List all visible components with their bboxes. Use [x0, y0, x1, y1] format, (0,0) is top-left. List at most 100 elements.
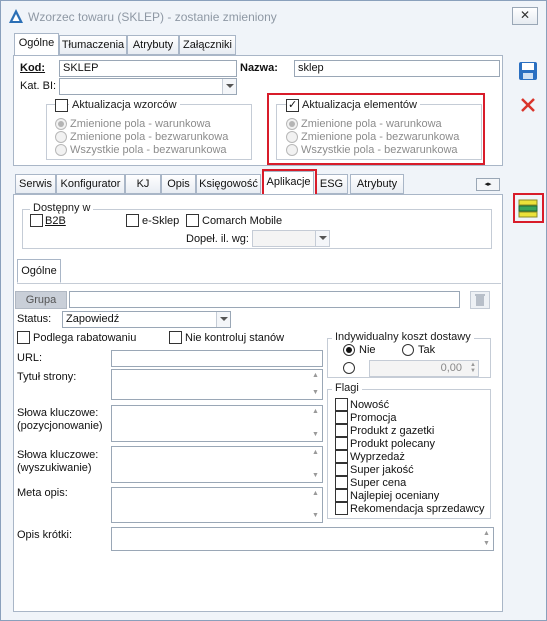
status-dropdown[interactable]: Zapowiedź: [62, 311, 231, 328]
flag-label: Najlepiej oceniany: [350, 490, 440, 502]
kod-input[interactable]: SKLEP: [59, 60, 237, 77]
flag-label: Nowość: [350, 399, 390, 411]
shipping-amount-radio[interactable]: [343, 362, 355, 374]
trash-icon[interactable]: [470, 291, 490, 309]
flag-checkbox[interactable]: [335, 398, 348, 411]
tytul-textarea[interactable]: ▲ ▼: [111, 369, 323, 400]
flag-label: Wyprzedaż: [350, 451, 405, 463]
esklep-checkbox[interactable]: [126, 214, 139, 227]
template-opt-2-label: Zmienione pola - bezwarunkowa: [70, 131, 229, 143]
slowa-wysz-label-2: (wyszukiwanie): [17, 462, 92, 474]
slowa-wysz-textarea[interactable]: ▲ ▼: [111, 446, 323, 483]
scroll-up-icon[interactable]: ▲: [310, 448, 321, 458]
flag-checkbox[interactable]: [335, 437, 348, 450]
template-opt-1-label: Zmienione pola - warunkowa: [70, 118, 211, 130]
scroll-down-icon[interactable]: ▼: [481, 539, 492, 549]
spinner-icon[interactable]: ▲ ▼: [470, 362, 476, 374]
opis-label: Opis krótki:: [17, 529, 73, 541]
tytul-label: Tytuł strony:: [17, 371, 77, 383]
flag-label: Rekomendacja sprzedawcy: [350, 503, 485, 515]
slowa-poz-label-2: (pozycjonowanie): [17, 420, 103, 432]
chevron-down-icon: [315, 231, 329, 246]
window: Wzorzec towaru (SKLEP) - zostanie zmieni…: [0, 0, 547, 621]
delete-icon[interactable]: [517, 94, 539, 116]
aplikacje-panel: Dostępny w B2B e-Sklep Comarch Mobile Do…: [13, 194, 503, 612]
tab-opis[interactable]: Opis: [161, 174, 196, 194]
podlega-checkbox[interactable]: [17, 331, 30, 344]
save-icon[interactable]: [517, 60, 539, 82]
comarch-mobile-checkbox[interactable]: [186, 214, 199, 227]
template-opt-1-radio[interactable]: [55, 118, 67, 130]
kod-label: Kod:: [20, 62, 46, 74]
status-value: Zapowiedź: [66, 313, 120, 325]
comarch-mobile-label: Comarch Mobile: [202, 215, 283, 227]
slowa-poz-textarea[interactable]: ▲ ▼: [111, 405, 323, 442]
tab-esg[interactable]: ESG: [315, 174, 348, 194]
shipping-tak-label: Tak: [418, 344, 436, 356]
inner-tab-ogolne[interactable]: Ogólne: [17, 259, 61, 283]
scroll-down-icon[interactable]: ▼: [310, 511, 321, 521]
chevron-down-icon: [222, 79, 236, 94]
flag-label: Super jakość: [350, 464, 414, 476]
tab-serwis[interactable]: Serwis: [15, 174, 56, 194]
tab-ogolne[interactable]: Ogólne: [14, 33, 59, 56]
opis-textarea[interactable]: ▲ ▼: [111, 527, 494, 551]
tab-ksiegowosc[interactable]: Księgowość: [196, 174, 261, 194]
url-label: URL:: [17, 352, 43, 364]
shipping-tak-radio[interactable]: [402, 344, 414, 356]
flag-checkbox[interactable]: [335, 411, 348, 424]
shipping-amount-input[interactable]: 0,00 ▲ ▼: [369, 360, 479, 377]
tab-konfigurator[interactable]: Konfigurator: [56, 174, 125, 194]
template-opt-2-radio[interactable]: [55, 131, 67, 143]
title-bar: Wzorzec towaru (SKLEP) - zostanie zmieni…: [1, 1, 546, 31]
scroll-down-icon[interactable]: ▼: [310, 471, 321, 481]
b2b-label: B2B: [45, 215, 66, 227]
b2b-checkbox[interactable]: [30, 214, 43, 227]
list-icon-highlight: [513, 193, 544, 223]
dopel-dropdown[interactable]: [252, 230, 330, 247]
katbi-label: Kat. BI:: [20, 80, 57, 92]
slowa-poz-label-1: Słowa kluczowe:: [17, 407, 99, 419]
scroll-up-icon[interactable]: ▲: [310, 489, 321, 499]
tab-atrybuty-sub[interactable]: Atrybuty: [350, 174, 404, 194]
dopel-label: Dopeł. il. wg:: [186, 233, 249, 245]
flag-checkbox[interactable]: [335, 502, 348, 515]
close-button[interactable]: ✕: [512, 7, 538, 25]
template-update-checkbox[interactable]: [55, 99, 68, 112]
flag-checkbox[interactable]: [335, 463, 348, 476]
template-opt-3-label: Wszystkie pola - bezwarunkowa: [70, 144, 227, 156]
status-label: Status:: [17, 313, 52, 325]
nie-kontroluj-label: Nie kontroluj stanów: [185, 332, 285, 344]
tab-atrybuty[interactable]: Atrybuty: [127, 35, 179, 55]
shipping-nie-radio[interactable]: [343, 344, 355, 356]
shipping-amount-value: 0,00: [440, 362, 462, 374]
nie-kontroluj-checkbox[interactable]: [169, 331, 182, 344]
scroll-up-icon[interactable]: ▲: [481, 529, 492, 539]
flag-label: Super cena: [350, 477, 407, 489]
tab-zalaczniki[interactable]: Załączniki: [179, 35, 236, 55]
scroll-down-icon[interactable]: ▼: [310, 430, 321, 440]
template-opt-3-radio[interactable]: [55, 144, 67, 156]
url-input[interactable]: [111, 350, 323, 367]
scroll-up-icon[interactable]: ▲: [310, 407, 321, 417]
scroll-up-icon[interactable]: ▲: [310, 371, 321, 381]
flags-title: Flagi: [332, 382, 362, 394]
flag-checkbox[interactable]: [335, 424, 348, 437]
katbi-dropdown[interactable]: [59, 78, 237, 95]
podlega-label: Podlega rabatowaniu: [33, 332, 137, 344]
shipping-title: Indywidualny koszt dostawy: [332, 331, 474, 343]
flag-checkbox[interactable]: [335, 476, 348, 489]
grupa-button[interactable]: Grupa: [15, 291, 67, 309]
chevron-down-icon: [216, 312, 230, 327]
flag-checkbox[interactable]: [335, 450, 348, 463]
flag-checkbox[interactable]: [335, 489, 348, 502]
scroll-down-icon[interactable]: ▼: [310, 388, 321, 398]
tab-kj[interactable]: KJ: [125, 174, 161, 194]
grupa-input[interactable]: [69, 291, 460, 308]
tab-scroll-arrows[interactable]: ◂▸: [476, 178, 500, 191]
nazwa-input[interactable]: sklep: [294, 60, 500, 77]
flag-label: Produkt z gazetki: [350, 425, 435, 437]
nazwa-label: Nazwa:: [240, 62, 278, 74]
tab-tlumaczenia[interactable]: Tłumaczenia: [59, 35, 127, 55]
meta-textarea[interactable]: ▲ ▼: [111, 487, 323, 523]
